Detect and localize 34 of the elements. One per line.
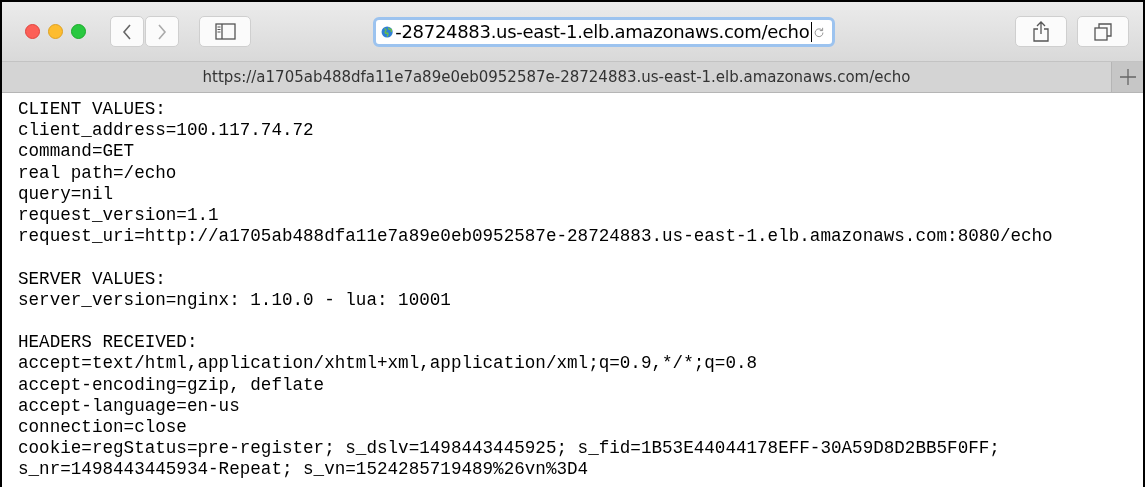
text-line: connection=close <box>18 417 188 439</box>
section-heading: HEADERS RECEIVED: <box>18 332 199 354</box>
minimize-button[interactable] <box>48 24 63 39</box>
zoom-button[interactable] <box>71 24 86 39</box>
text-line: accept-encoding=gzip, deflate <box>18 374 326 396</box>
address-field[interactable]: -28724883.us-east-1.elb.amazonaws.com/echo <box>373 16 835 47</box>
sidebar-button[interactable] <box>199 16 251 47</box>
text-line: request_version=1.1 <box>18 205 220 227</box>
new-tab-button[interactable] <box>1111 62 1143 92</box>
tabs-icon <box>1094 22 1112 41</box>
text-line: server_version=nginx: 1.10.0 - lua: 10001 <box>18 289 452 311</box>
chevron-right-icon <box>157 23 167 40</box>
back-button[interactable] <box>110 16 144 47</box>
text-line: command=GET <box>18 141 136 163</box>
text-line: s_nr=1498443445934-Repeat; s_vn=1524285719489%26vn%3D4 <box>18 459 590 481</box>
section-heading: SERVER VALUES: <box>18 268 167 290</box>
text-cursor <box>811 21 812 42</box>
text-line: client_address=100.117.74.72 <box>18 120 315 142</box>
text-line: accept=text/html,application/xhtml+xml,application/xml;q=0.9,*/*;q=0.8 <box>18 353 759 375</box>
plus-icon <box>1119 69 1136 85</box>
share-button[interactable] <box>1015 16 1067 47</box>
address-text: -28724883.us-east-1.elb.amazonaws.com/echo <box>395 21 810 42</box>
share-icon <box>1033 21 1049 42</box>
tabs-overview-button[interactable] <box>1077 16 1129 47</box>
section-heading: CLIENT VALUES: <box>18 99 167 121</box>
text-line: request_uri=http://a1705ab488dfa11e7a89e0eb0952587e-28724883.us-east-1.elb.amazonaws.com:8080/echo <box>18 226 1054 248</box>
text-line: real path=/echo <box>18 162 178 184</box>
forward-button[interactable] <box>145 16 179 47</box>
text-line: query=nil <box>18 183 115 205</box>
sidebar-icon <box>214 23 236 40</box>
chevron-left-icon <box>122 23 132 40</box>
text-line: cookie=regStatus=pre-register; s_dslv=1498443445925; s_fid=1B53E44044178EFF-30A59D8D2BB5F0FF; <box>18 438 1001 460</box>
text-line: accept-language=en-us <box>18 395 241 417</box>
close-button[interactable] <box>25 24 40 39</box>
